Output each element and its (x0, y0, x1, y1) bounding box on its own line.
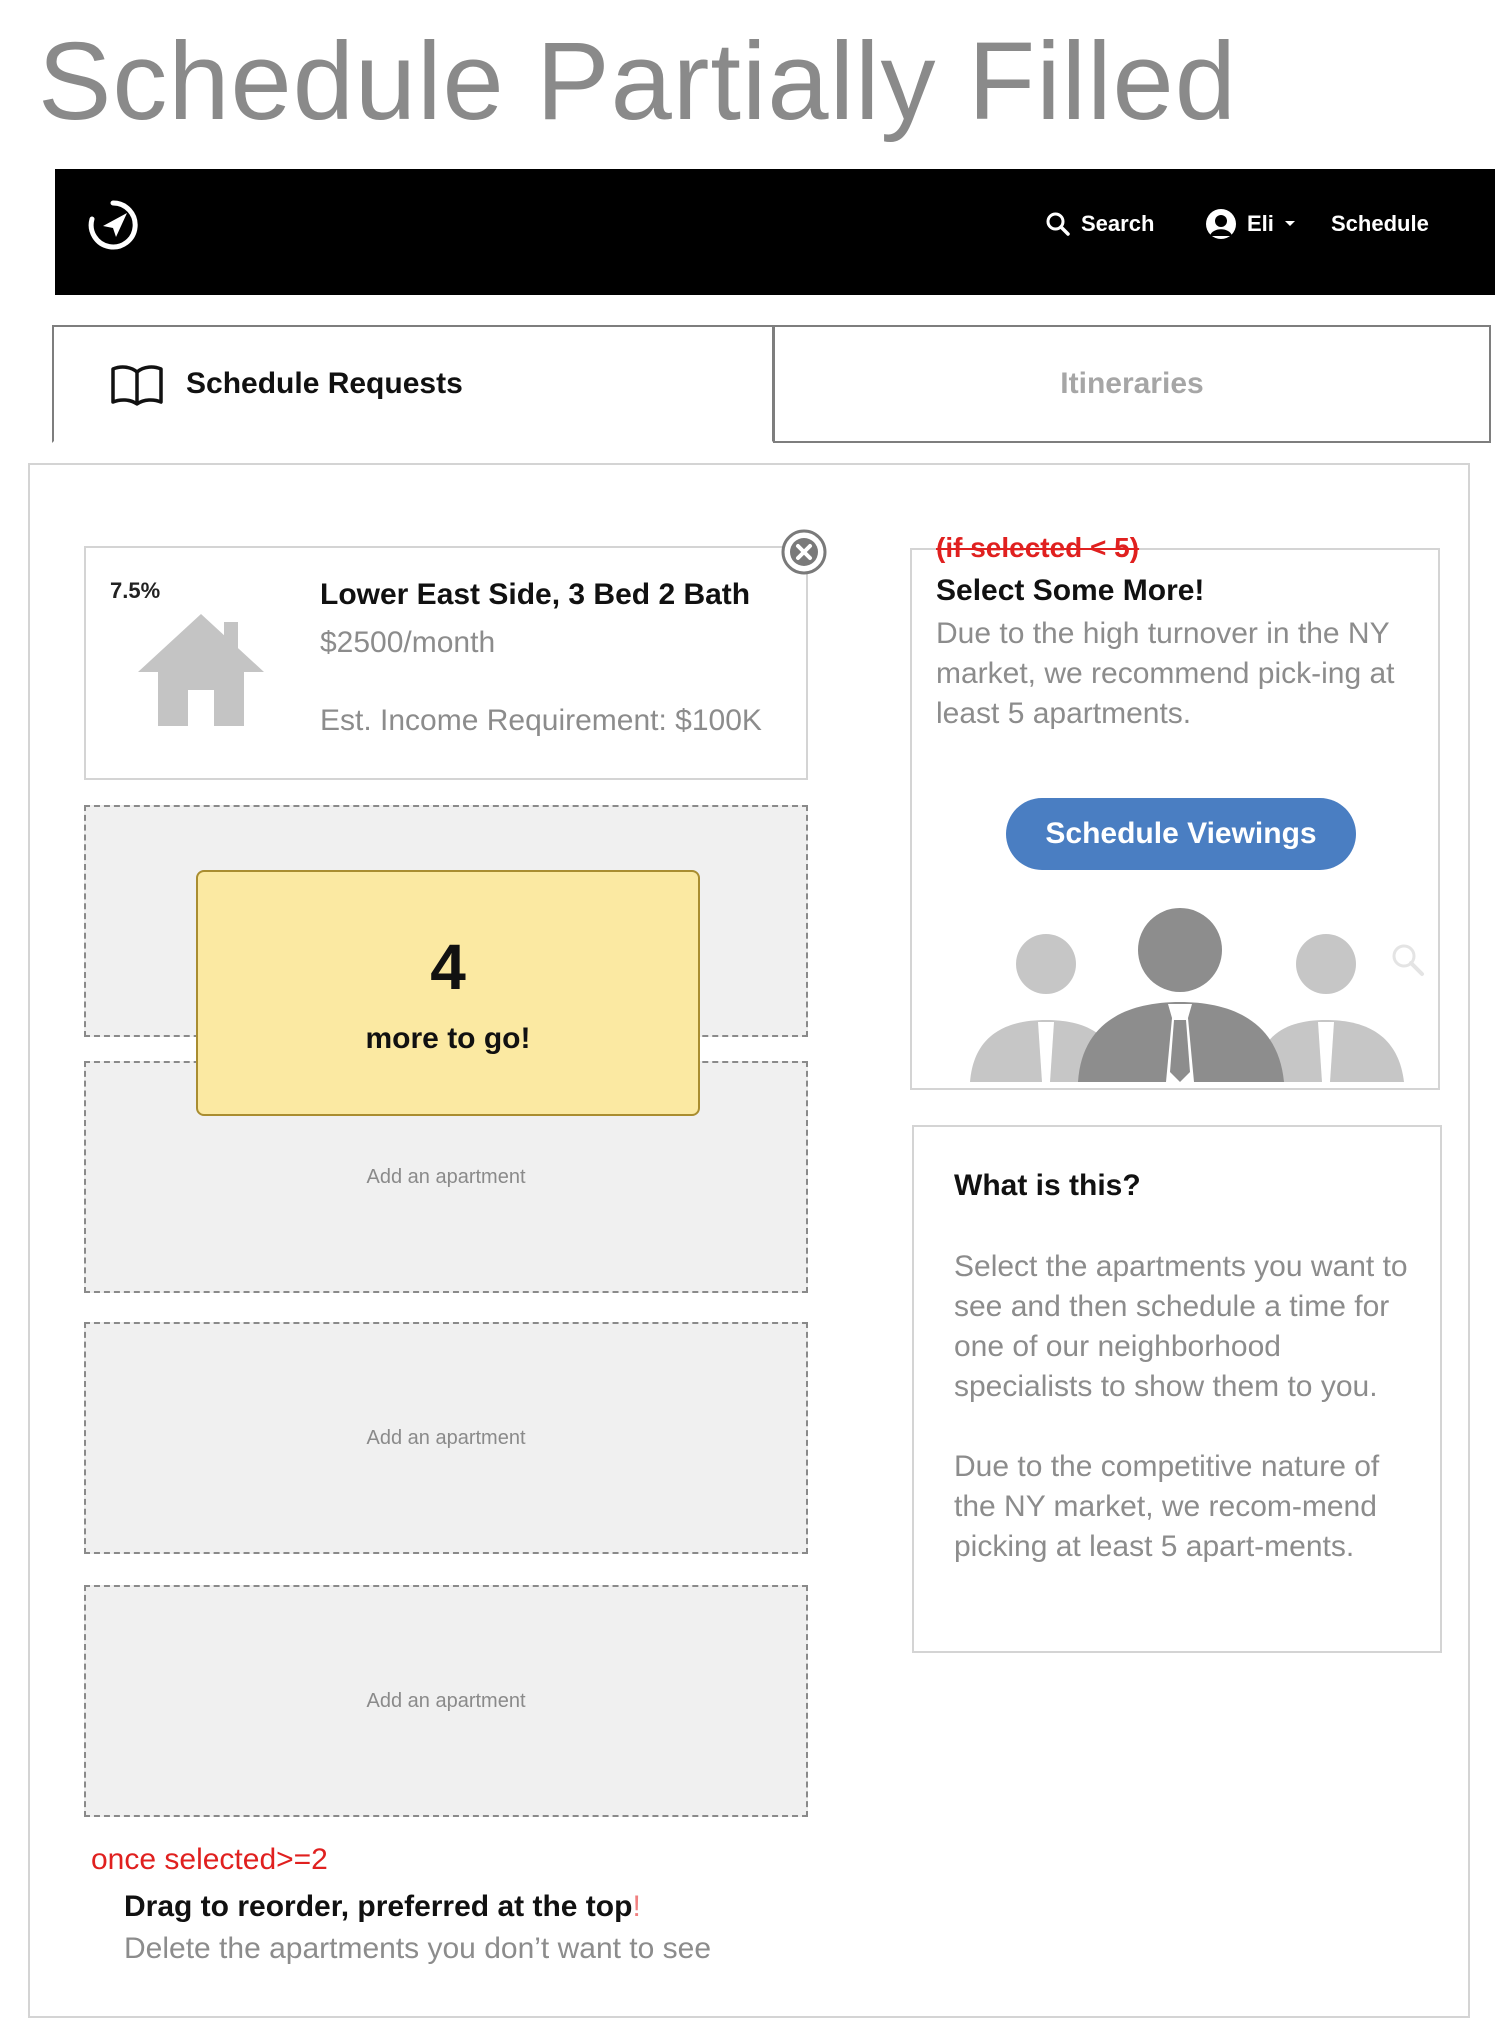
tab-schedule-requests[interactable]: Schedule Requests (52, 325, 774, 443)
remaining-text: more to go! (365, 1022, 531, 1055)
book-icon (111, 365, 163, 406)
top-navbar: Search Eli Schedule (55, 169, 1495, 295)
apartment-slot[interactable]: Add an apartment (84, 1585, 808, 1817)
promo-body: Due to the high turnover in the NY marke… (936, 617, 1395, 730)
reorder-title: Drag to reorder, preferred at the top (124, 1890, 633, 1923)
search-icon (1046, 212, 1070, 236)
promo-condition-note: (if selected < 5) (936, 532, 1140, 563)
house-icon (138, 614, 264, 726)
apartment-percent: 7.5% (110, 578, 161, 603)
promo-title: Select Some More! (936, 574, 1205, 607)
remove-apartment-button[interactable] (780, 528, 828, 576)
chevron-down-icon (1284, 221, 1295, 226)
reorder-condition-note: once selected>=2 (91, 1843, 328, 1876)
info-paragraph: Due to the competitive nature of the NY … (954, 1450, 1380, 1563)
search-button[interactable]: Search (1045, 199, 1154, 249)
nav-schedule-link[interactable]: Schedule (1331, 199, 1429, 249)
reorder-subtitle: Delete the apartments you don’t want to … (124, 1932, 712, 1965)
info-paragraph: Select the apartments you want to see an… (954, 1250, 1408, 1403)
tab-itineraries[interactable]: Itineraries (773, 325, 1491, 443)
reorder-instruction: Drag to reorder, preferred at the top! (124, 1890, 641, 1924)
remaining-count-badge: 4 more to go! (196, 870, 700, 1116)
apartment-price: $2500/month (320, 626, 496, 659)
apartment-card[interactable]: 7.5% Lower East Side, 3 Bed 2 Bath $2500… (84, 546, 808, 780)
remaining-count: 4 (430, 931, 466, 1003)
select-more-card: Select Some More! Due to the high turnov… (910, 548, 1440, 1090)
slot-label: Add an apartment (366, 1165, 526, 1188)
info-title: What is this? (954, 1169, 1141, 1202)
tab-label: Schedule Requests (186, 367, 463, 400)
avatar-icon (1206, 209, 1236, 239)
compass-icon[interactable] (83, 195, 143, 255)
tab-label: Itineraries (1060, 367, 1204, 400)
reorder-title-suffix: ! (632, 1890, 641, 1923)
magnifier-icon (1392, 944, 1424, 976)
apartment-slot[interactable]: Add an apartment (84, 1322, 808, 1554)
user-menu[interactable]: Eli (1205, 199, 1296, 249)
slot-label: Add an apartment (366, 1689, 526, 1712)
apartment-income: Est. Income Requirement: $100K (320, 704, 762, 737)
search-label: Search (1081, 211, 1155, 236)
apartment-name: Lower East Side, 3 Bed 2 Bath (320, 578, 751, 611)
user-name: Eli (1247, 211, 1274, 236)
specialists-illustration (970, 908, 1404, 1082)
what-is-this-card: What is this? Select the apartments you … (912, 1125, 1442, 1653)
schedule-viewings-button[interactable]: Schedule Viewings (1006, 798, 1356, 870)
page-title: Schedule Partially Filled (38, 20, 1237, 143)
slot-label: Add an apartment (366, 1426, 526, 1449)
